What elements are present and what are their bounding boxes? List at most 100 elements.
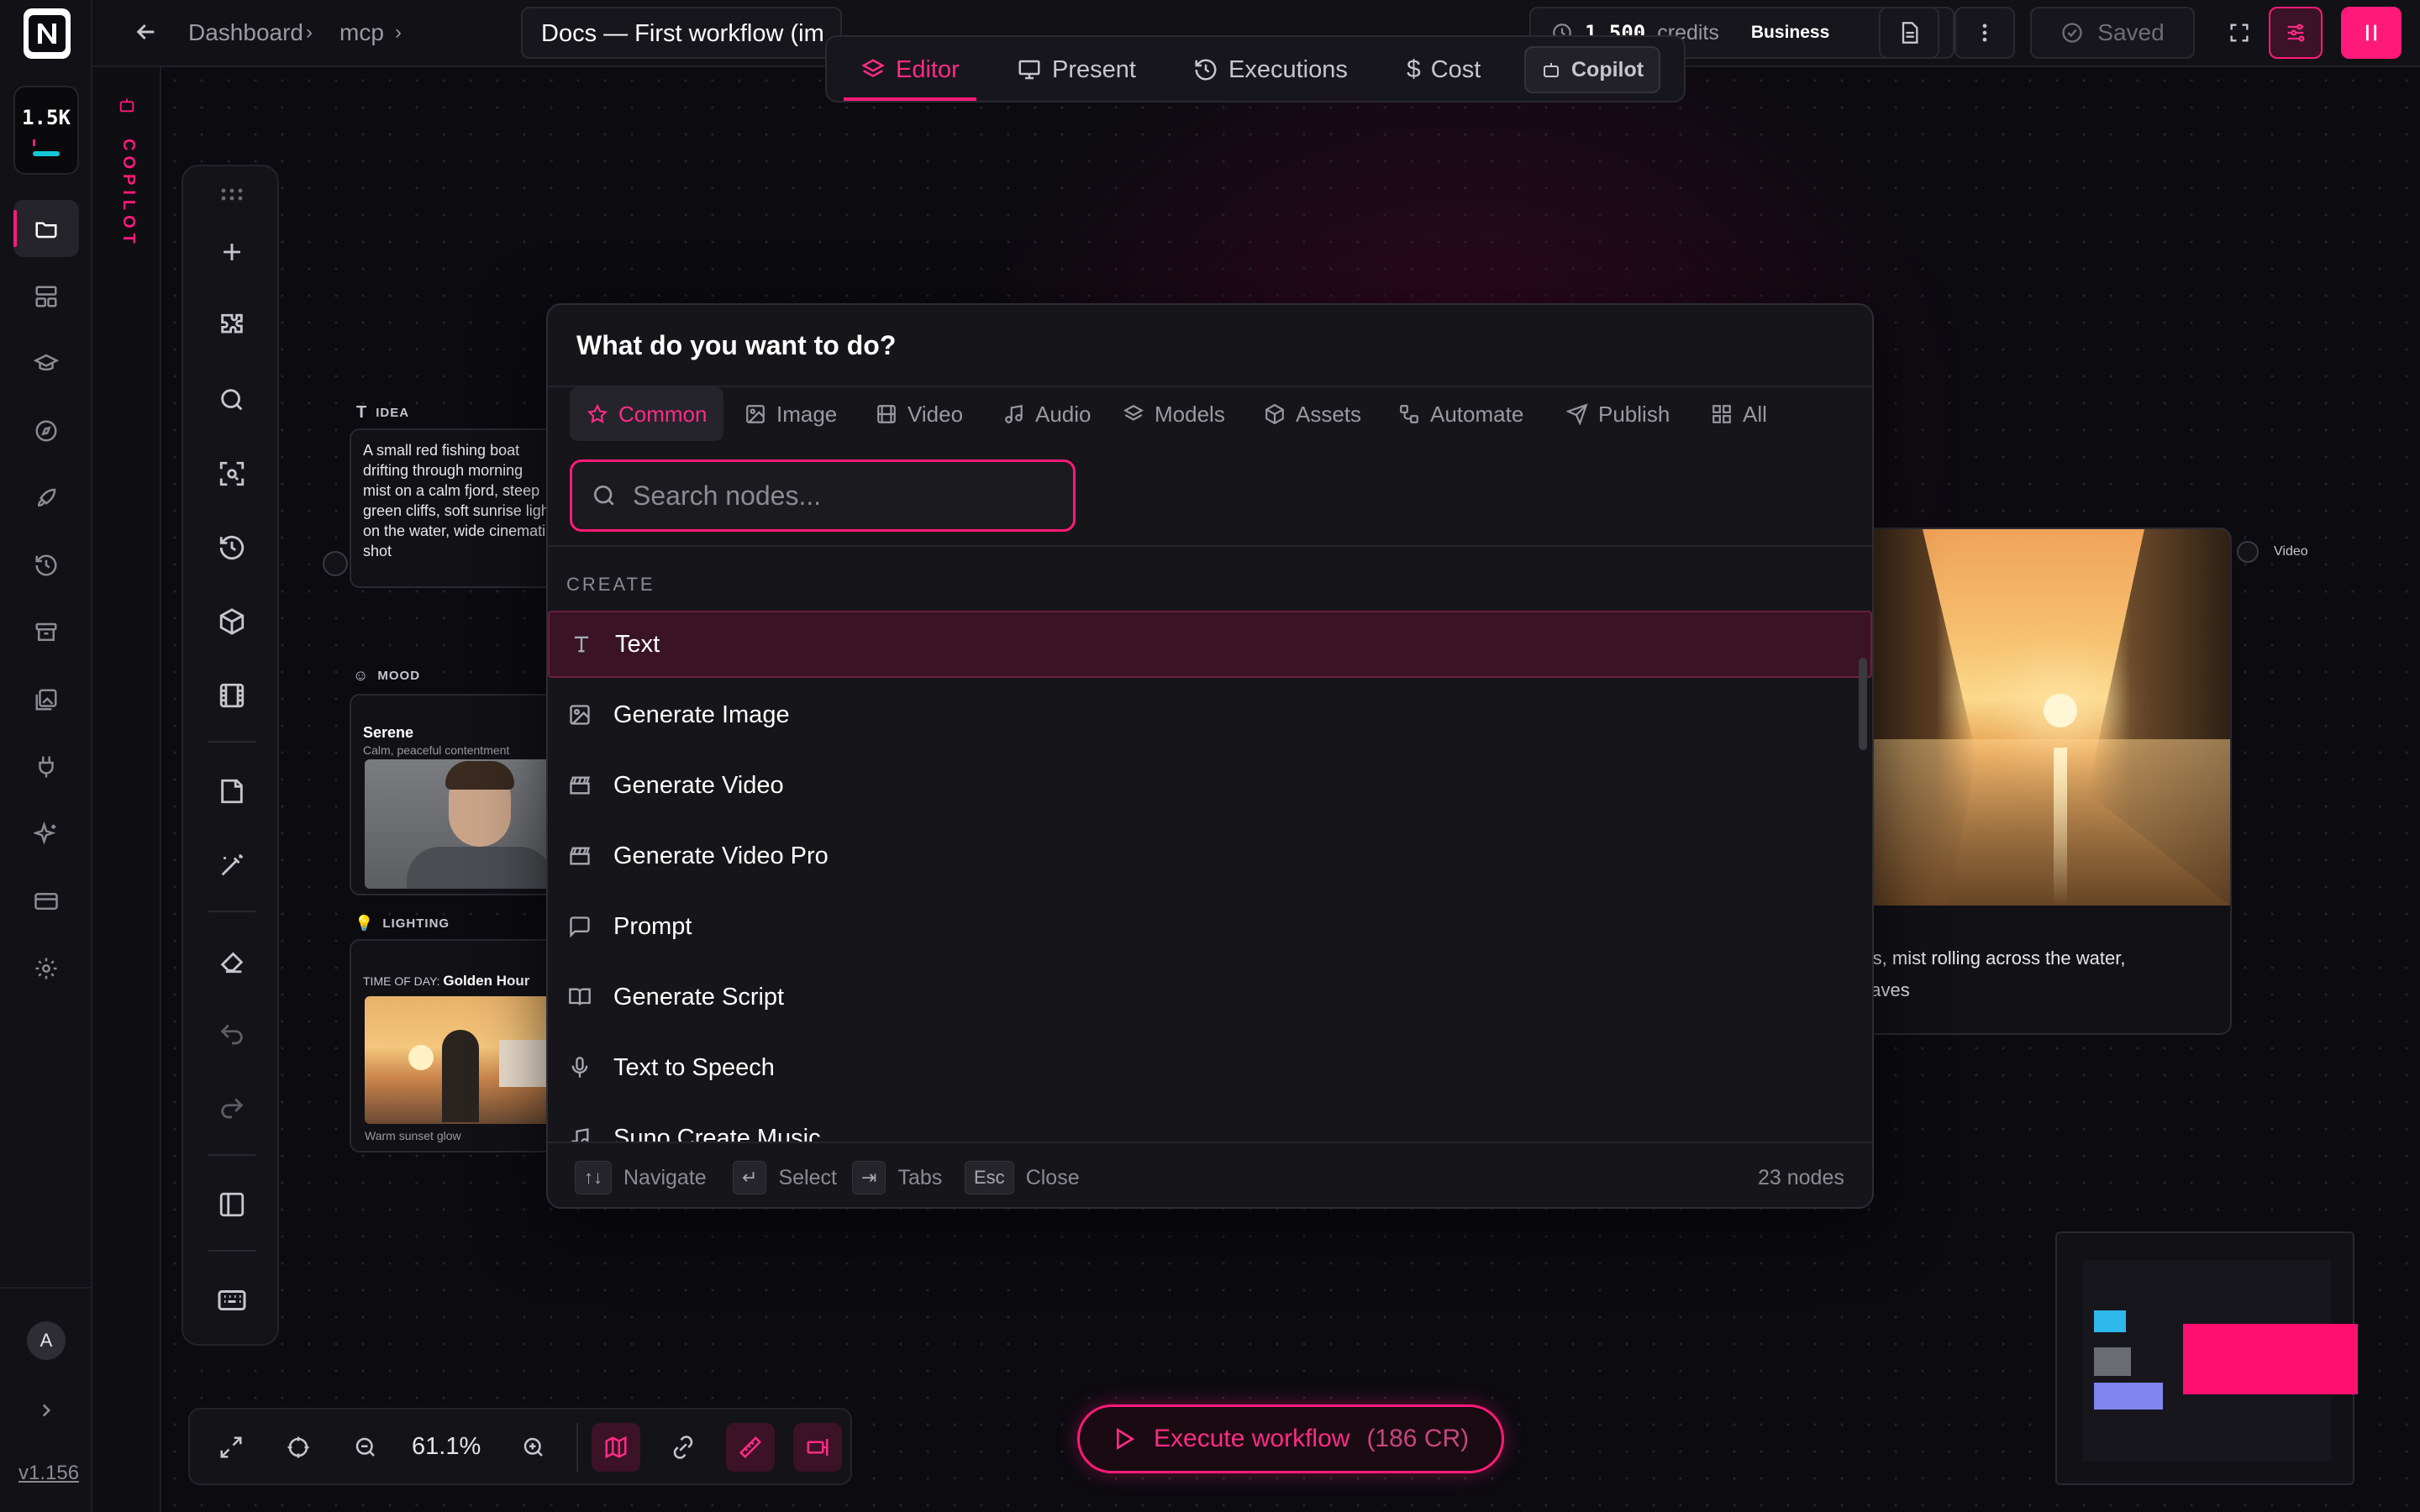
category-automate[interactable]: Automate: [1381, 387, 1540, 441]
category-video[interactable]: Video: [859, 387, 980, 441]
film-icon[interactable]: [212, 675, 252, 716]
minimap[interactable]: [2055, 1231, 2358, 1485]
credits-badge[interactable]: 1.5K: [13, 86, 79, 175]
execute-workflow-button[interactable]: Execute workflow (186 CR): [1077, 1404, 1504, 1473]
zoom-level[interactable]: 61.1%: [412, 1433, 481, 1461]
gallery-icon[interactable]: [29, 682, 64, 717]
archive-icon[interactable]: [29, 615, 64, 650]
message-square-icon: [566, 913, 593, 940]
video-node[interactable]: drifts, mist rolling across the water, g…: [1840, 528, 2232, 1035]
sticky-note-icon[interactable]: [212, 771, 252, 811]
avatar[interactable]: A: [27, 1321, 66, 1360]
compass-icon[interactable]: [29, 413, 64, 449]
breadcrumb-dashboard[interactable]: Dashboard: [188, 19, 303, 46]
node-port[interactable]: [2237, 541, 2259, 563]
history-icon[interactable]: [212, 528, 252, 568]
list-scrollbar[interactable]: [1859, 658, 1867, 750]
plug-icon[interactable]: [29, 749, 64, 785]
zoom-in-icon[interactable]: [509, 1423, 558, 1472]
left-rail: 1.5K A v1.156: [0, 0, 92, 1512]
app-version[interactable]: v1.156: [18, 1462, 79, 1485]
back-arrow-icon[interactable]: [133, 18, 160, 45]
node-item-generate-video-pro[interactable]: Generate Video Pro: [548, 822, 1872, 890]
lighting-node-label: 💡 LIGHTING: [355, 915, 450, 932]
properties-sliders-icon[interactable]: [2269, 7, 2323, 59]
history-icon: [1195, 59, 1217, 81]
crosshair-icon[interactable]: [274, 1423, 323, 1472]
smile-icon: ☺: [353, 667, 370, 684]
redo-icon[interactable]: [212, 1089, 252, 1129]
layers-icon: [861, 59, 885, 77]
keyboard-icon[interactable]: [212, 1280, 252, 1320]
search-nodes-field[interactable]: [570, 459, 1076, 532]
node-port[interactable]: [323, 551, 348, 576]
billing-icon[interactable]: [29, 884, 64, 919]
learn-icon[interactable]: [29, 346, 64, 381]
fullscreen-icon[interactable]: [2213, 7, 2265, 59]
category-common[interactable]: Common: [570, 387, 724, 441]
sparkles-icon[interactable]: [29, 816, 64, 852]
settings-icon[interactable]: [29, 951, 64, 986]
node-item-prompt[interactable]: Prompt: [548, 893, 1872, 960]
align-icon[interactable]: [793, 1423, 842, 1472]
minimap-node: [2094, 1383, 2163, 1410]
folder-icon[interactable]: [13, 200, 79, 257]
tab-editor[interactable]: Editor: [844, 52, 976, 101]
node-item-text-to-speech[interactable]: Text to Speech: [548, 1034, 1872, 1101]
rocket-icon[interactable]: [29, 480, 64, 516]
drag-handle-icon[interactable]: [218, 186, 245, 203]
credits-short: 1.5K: [22, 106, 71, 129]
box-icon[interactable]: [212, 601, 252, 642]
hint-tabs: ⇥ Tabs: [852, 1160, 942, 1195]
copilot-panel-collapsed[interactable]: COPILOT: [92, 67, 161, 1512]
category-publish[interactable]: Publish: [1549, 387, 1686, 441]
fit-view-icon[interactable]: [207, 1423, 255, 1472]
tab-cost[interactable]: $ Cost: [1407, 52, 1481, 87]
node-item-text[interactable]: Text: [548, 611, 1872, 678]
lighting-value: Golden Hour: [443, 973, 530, 989]
node-item-generate-video[interactable]: Generate Video: [548, 752, 1872, 819]
node-item-generate-image[interactable]: Generate Image: [548, 681, 1872, 748]
sidebar-panel-icon[interactable]: [212, 1184, 252, 1225]
panel-toggle-icon[interactable]: [2341, 7, 2402, 59]
tab-copilot[interactable]: Copilot: [1524, 46, 1661, 93]
category-all[interactable]: All: [1694, 387, 1784, 441]
app-logo[interactable]: [24, 8, 71, 59]
node-item-generate-script[interactable]: Generate Script: [548, 963, 1872, 1031]
document-icon[interactable]: [1879, 7, 1939, 59]
lighting-node[interactable]: TIME OF DAY: Golden Hour Warm sunset glo…: [350, 939, 568, 1152]
breadcrumb-mcp[interactable]: mcp: [339, 19, 384, 46]
puzzle-icon[interactable]: [212, 306, 252, 346]
search-nodes-input[interactable]: [633, 480, 1053, 512]
scan-search-icon[interactable]: [212, 454, 252, 494]
workflow-title[interactable]: Docs — First workflow (im: [521, 7, 842, 59]
category-image[interactable]: Image: [728, 387, 854, 441]
idea-node[interactable]: A small red fishing boat drifting throug…: [350, 428, 568, 588]
zoom-out-icon[interactable]: [341, 1423, 390, 1472]
magnet-link-icon[interactable]: [659, 1423, 708, 1472]
eraser-icon[interactable]: [212, 941, 252, 981]
map-icon[interactable]: [592, 1423, 640, 1472]
plus-icon[interactable]: [212, 232, 252, 272]
category-assets[interactable]: Assets: [1247, 387, 1378, 441]
undo-icon[interactable]: [212, 1015, 252, 1055]
tab-executions[interactable]: Executions: [1193, 52, 1348, 87]
microphone-icon: [566, 1054, 593, 1081]
category-audio[interactable]: Audio: [986, 387, 1108, 441]
node-palette-dialog: What do you want to do? Common Image Vid…: [546, 303, 1874, 1209]
breadcrumb-separator: ›: [395, 21, 402, 44]
category-models[interactable]: Models: [1106, 387, 1242, 441]
templates-icon[interactable]: [29, 279, 64, 314]
history-icon[interactable]: [29, 548, 64, 583]
magic-wand-icon[interactable]: [212, 845, 252, 885]
mood-node[interactable]: Serene Calm, peaceful contentment: [350, 694, 568, 895]
chevron-right-icon[interactable]: [29, 1393, 64, 1428]
search-icon[interactable]: [212, 380, 252, 420]
video-desc-line1: drifts, mist rolling across the water,: [1842, 948, 2126, 969]
palette-footer: ↑↓ Navigate ↵ Select ⇥ Tabs Esc Close 23…: [548, 1142, 1872, 1207]
execute-label: Execute workflow: [1154, 1425, 1350, 1452]
tab-present[interactable]: Present: [1017, 52, 1136, 87]
more-vertical-icon[interactable]: [1954, 7, 2015, 59]
palette-divider: [548, 545, 1872, 547]
ruler-icon[interactable]: [726, 1423, 775, 1472]
